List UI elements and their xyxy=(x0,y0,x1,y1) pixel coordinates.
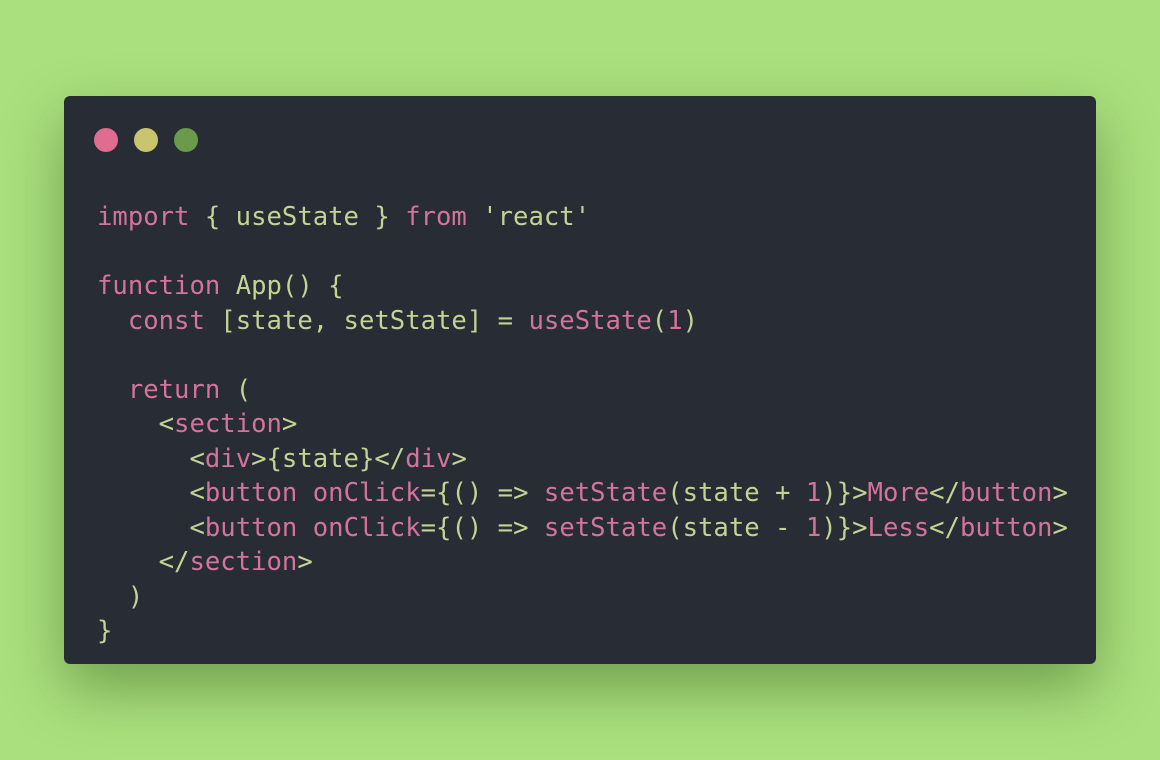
code-line: ) xyxy=(97,580,1068,615)
code-text: )}> xyxy=(821,478,868,508)
code-keyword: 1 xyxy=(805,512,822,543)
code-keyword: button xyxy=(960,478,1053,508)
code-line: function App() { xyxy=(97,269,1068,304)
code-text: ( xyxy=(651,305,668,336)
code-window: import { useState } from 'react' function… xyxy=(64,96,1096,664)
code-keyword: function xyxy=(97,271,221,301)
code-text: > xyxy=(1052,512,1068,543)
code-text: > xyxy=(281,409,298,439)
code-block: import { useState } from 'react' function… xyxy=(97,200,1068,649)
code-line: </section> xyxy=(97,545,1068,580)
code-line: <div>{state}</div> xyxy=(97,442,1068,477)
code-text: < xyxy=(97,478,205,508)
code-keyword: onClick xyxy=(312,478,421,508)
minimize-dot-icon[interactable] xyxy=(134,128,158,152)
code-text: ={() => xyxy=(420,478,544,508)
code-text: ( xyxy=(220,374,252,405)
code-line: <button onClick={() => setState(state - … xyxy=(97,511,1068,546)
close-dot-icon[interactable] xyxy=(94,128,118,152)
code-text: { useState } xyxy=(189,202,406,232)
code-line: import { useState } from 'react' xyxy=(97,200,1068,235)
code-text: </ xyxy=(97,547,190,577)
code-keyword: 1 xyxy=(667,305,683,336)
code-text: (state - xyxy=(667,512,806,543)
maximize-dot-icon[interactable] xyxy=(174,128,198,152)
code-text: < xyxy=(97,512,205,543)
code-keyword: button xyxy=(960,512,1053,543)
code-keyword: import xyxy=(97,202,190,232)
code-keyword: button xyxy=(204,512,298,543)
code-text: (state + xyxy=(667,478,806,508)
code-text: ) xyxy=(682,305,699,336)
code-keyword: section xyxy=(174,409,282,439)
code-text: > xyxy=(297,547,313,577)
code-line: } xyxy=(97,614,1068,649)
code-line: <section> xyxy=(97,407,1068,442)
code-keyword: div xyxy=(204,443,252,474)
code-keyword: More xyxy=(867,478,930,508)
code-text: </ xyxy=(929,478,960,508)
code-keyword: from xyxy=(405,202,467,232)
code-keyword: setState xyxy=(543,478,668,508)
code-text: >{state}</ xyxy=(251,443,406,474)
code-text: < xyxy=(97,409,175,439)
code-keyword: return xyxy=(127,374,221,405)
code-text: ) xyxy=(97,581,144,612)
code-text: > xyxy=(1052,478,1068,508)
code-line: return ( xyxy=(97,373,1068,408)
code-keyword: button xyxy=(204,478,298,508)
code-text: App() { xyxy=(220,271,344,301)
code-keyword: useState xyxy=(528,305,652,336)
code-line: const [state, setState] = useState(1) xyxy=(97,304,1068,339)
code-keyword: 1 xyxy=(805,478,822,508)
code-text: )}> xyxy=(821,512,868,543)
code-text: 'react' xyxy=(466,202,591,232)
code-text: > xyxy=(451,443,467,474)
code-keyword: const xyxy=(127,305,205,336)
code-keyword: setState xyxy=(543,512,668,543)
code-text: </ xyxy=(929,512,960,543)
code-text: [state, setState] = xyxy=(204,305,529,336)
code-keyword: Less xyxy=(867,512,930,543)
code-keyword: div xyxy=(405,443,452,474)
code-text: < xyxy=(97,443,205,474)
code-line: <button onClick={() => setState(state + … xyxy=(97,476,1068,511)
code-keyword: onClick xyxy=(312,512,421,543)
code-keyword: section xyxy=(189,547,298,577)
code-text: ={() => xyxy=(420,512,544,543)
code-text: } xyxy=(97,616,113,646)
